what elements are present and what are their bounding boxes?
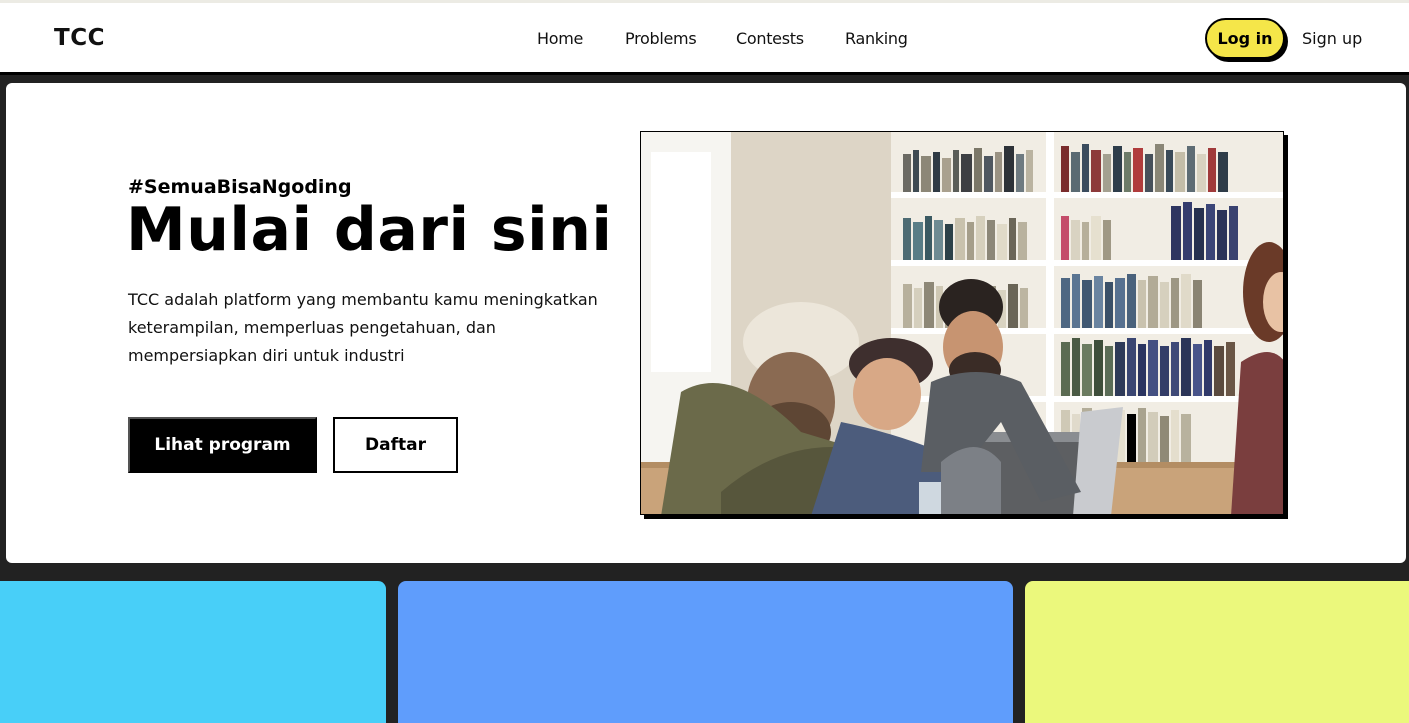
- nav-contests[interactable]: Contests: [736, 29, 804, 48]
- hero-photo-illustration: [641, 132, 1283, 514]
- hero-description: TCC adalah platform yang membantu kamu m…: [128, 290, 598, 365]
- nav-ranking[interactable]: Ranking: [845, 29, 908, 48]
- feature-card-blue: [398, 581, 1013, 723]
- nav-problems[interactable]: Problems: [625, 29, 697, 48]
- main-nav: Home Problems Contests Ranking: [0, 29, 1409, 51]
- nav-home[interactable]: Home: [537, 29, 583, 48]
- feature-card-lime: [1025, 581, 1409, 723]
- register-button[interactable]: Daftar: [333, 417, 458, 473]
- hero-headline: Mulai dari sini: [126, 195, 613, 265]
- hero-image: [640, 131, 1284, 515]
- login-button[interactable]: Log in: [1205, 18, 1285, 59]
- feature-card-cyan: [0, 581, 386, 723]
- navbar: TCC Home Problems Contests Ranking Log i…: [0, 3, 1409, 75]
- hero-section: #SemuaBisaNgoding Mulai dari sini TCC ad…: [6, 83, 1406, 563]
- signup-link[interactable]: Sign up: [1302, 29, 1362, 48]
- view-program-button[interactable]: Lihat program: [128, 417, 317, 473]
